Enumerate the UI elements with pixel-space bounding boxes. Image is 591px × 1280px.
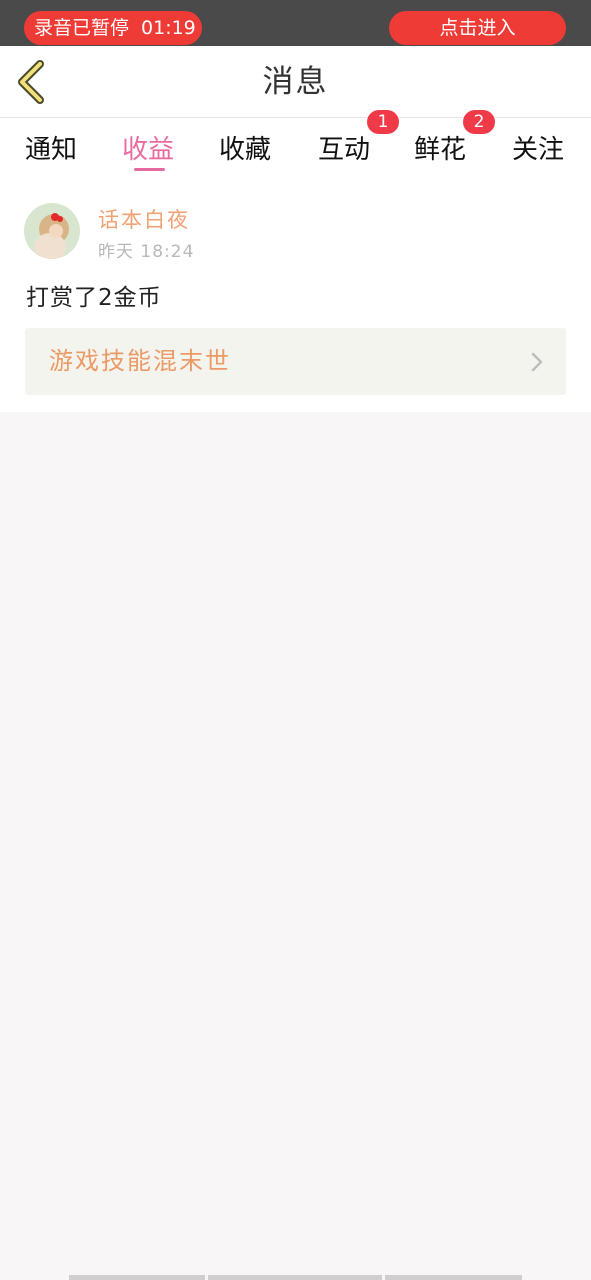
book-link[interactable]: 游戏技能混末世 [25,328,566,395]
chevron-left-icon [18,60,44,104]
user-avatar[interactable] [24,203,80,259]
avatar-image [24,203,80,259]
interaction-badge: 1 [367,110,399,134]
tab-flowers[interactable]: 鲜花 [414,128,466,172]
active-tab-indicator [134,168,165,171]
tab-favorites[interactable]: 收藏 [219,128,271,172]
tab-notification[interactable]: 通知 [25,128,77,172]
tab-earnings[interactable]: 收益 [122,128,174,172]
page-title: 消息 [262,64,329,100]
chevron-right-icon [531,352,543,372]
recording-status-bar: 录音已暂停 01:19 点击进入 [0,0,591,46]
top-header: 消息 [0,46,591,118]
flowers-badge: 2 [463,110,495,134]
message-card: 话本白夜 昨天 18:24 打赏了2金币 游戏技能混末世 [0,180,591,412]
message-tabs: 通知 收益 收藏 互动 1 鲜花 2 关注 [0,110,591,180]
recording-paused-pill[interactable]: 录音已暂停 01:19 [24,11,202,45]
enter-recording-button[interactable]: 点击进入 [389,11,566,45]
user-name[interactable]: 话本白夜 [98,204,190,234]
bottom-gesture-bar [69,1275,522,1280]
recording-status-text: 录音已暂停 [34,17,130,39]
tab-interaction[interactable]: 互动 [318,128,370,172]
book-title: 游戏技能混末世 [49,347,231,375]
recording-time: 01:19 [141,17,196,39]
tab-following[interactable]: 关注 [512,128,564,172]
back-button[interactable] [14,60,50,104]
message-text: 打赏了2金币 [26,285,162,311]
message-time: 昨天 18:24 [98,242,195,262]
